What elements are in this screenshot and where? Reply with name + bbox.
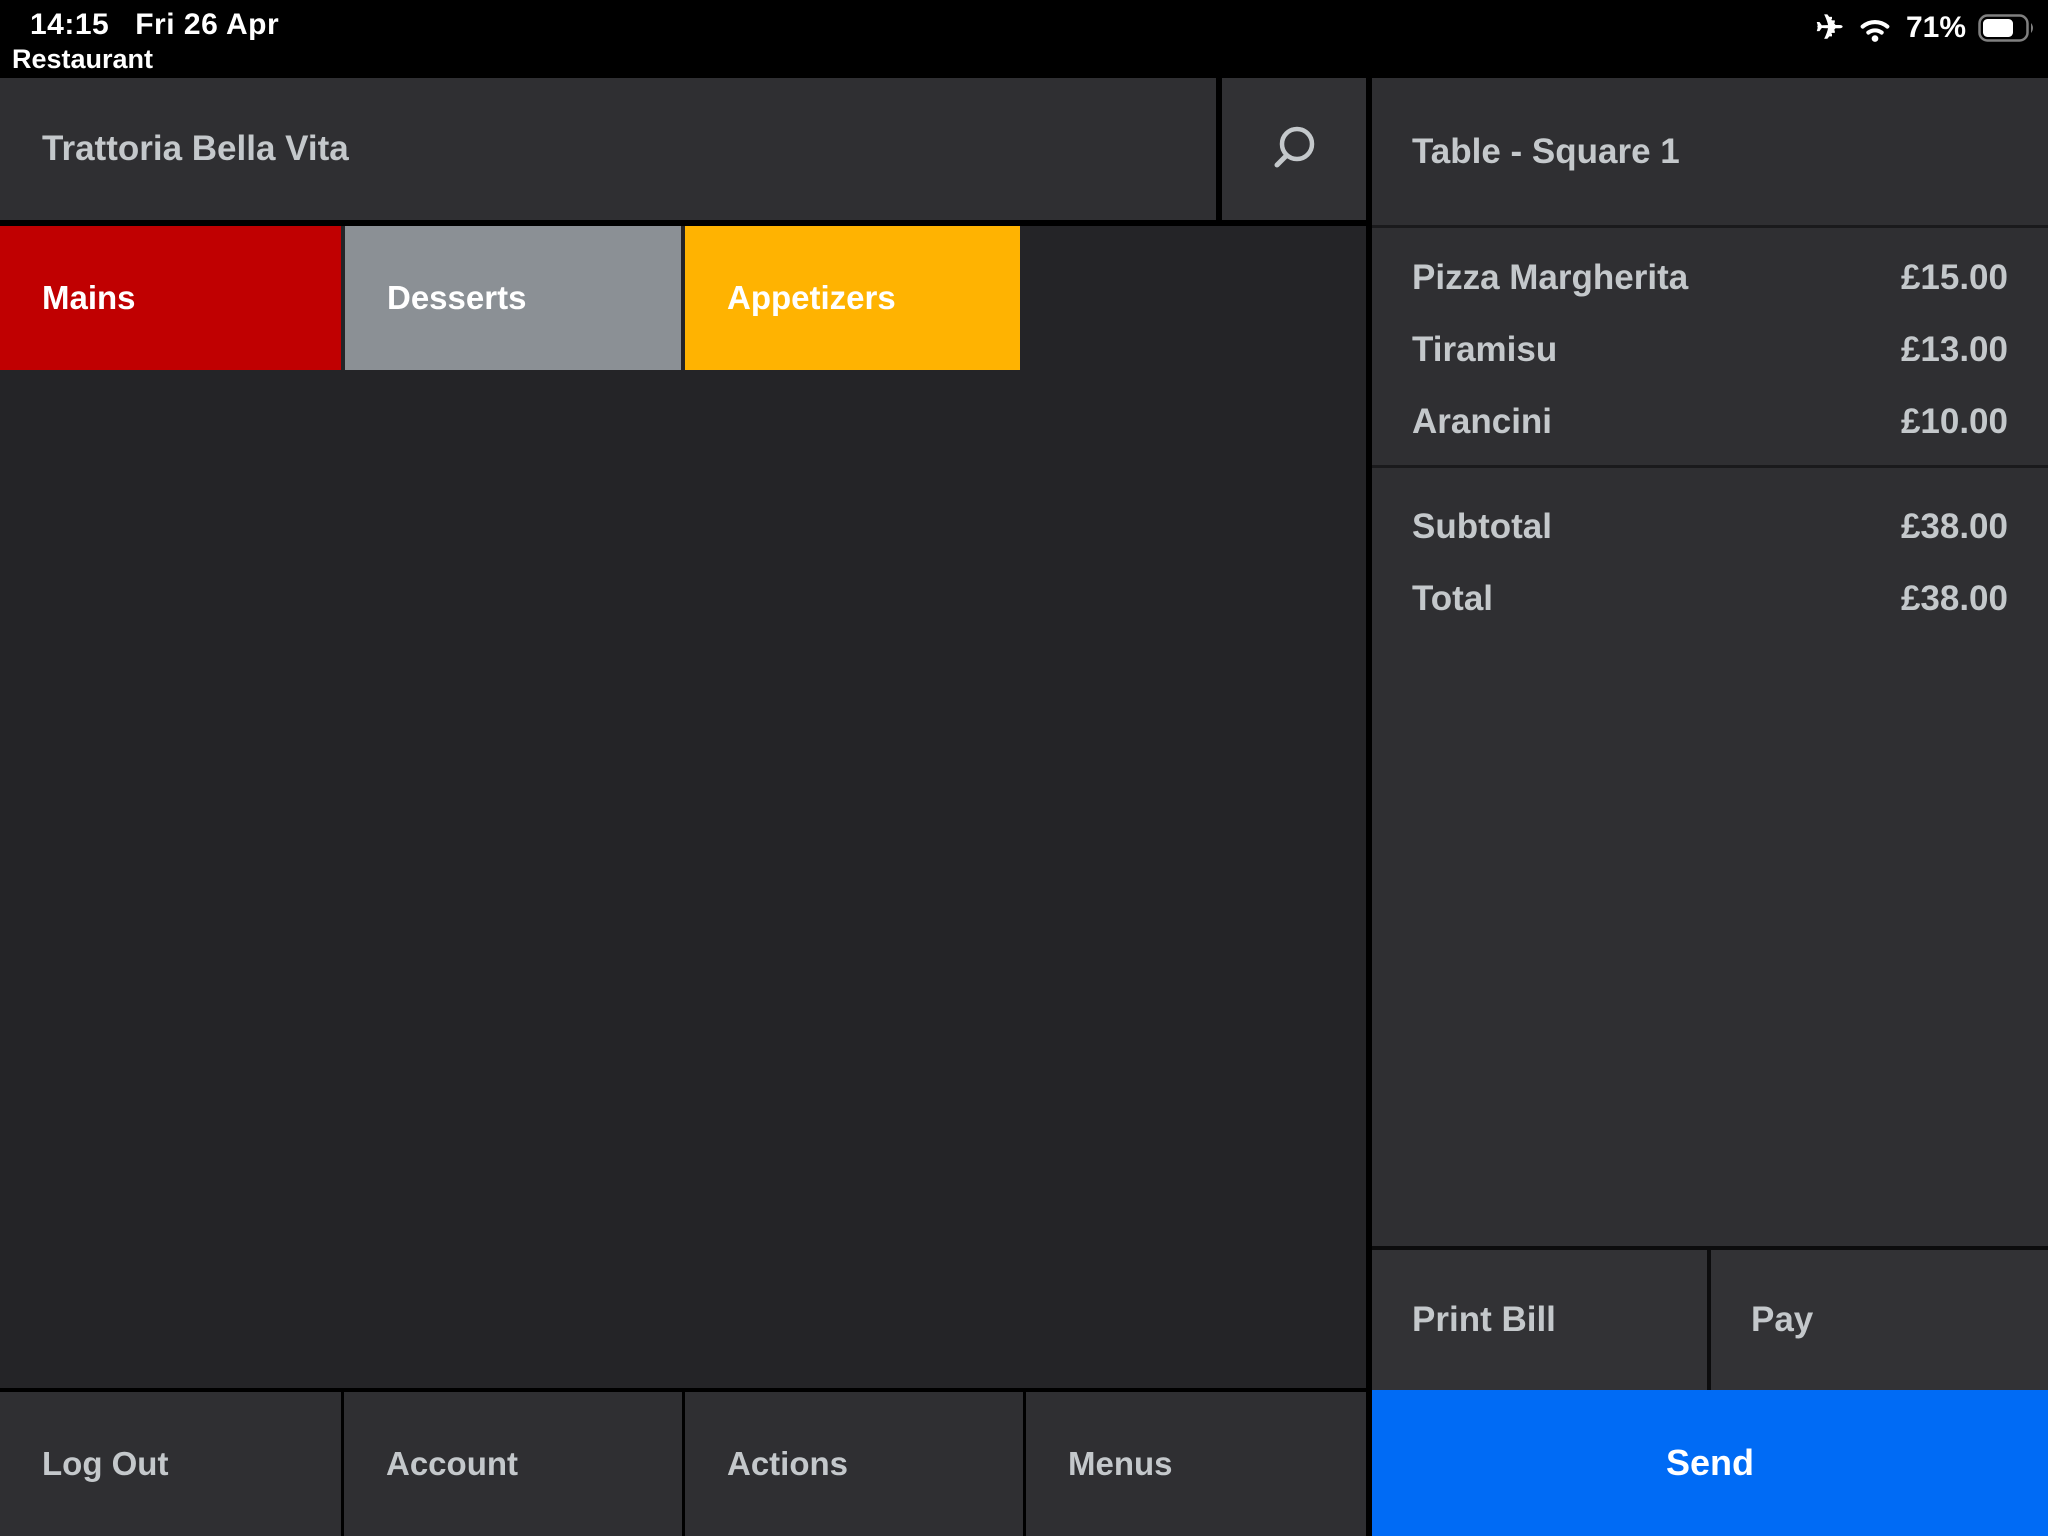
airplane-mode-icon: ✈ [1815,9,1844,47]
pay-label: Pay [1751,1300,1814,1339]
order-items-list: Pizza Margherita £15.00 Tiramisu £13.00 … [1372,228,2048,468]
account-label: Account [386,1445,518,1482]
battery-icon [1978,14,2033,42]
tab-mains[interactable]: Mains [0,226,341,370]
order-actions-row: Print Bill Pay [1372,1246,2048,1390]
venue-header: Trattoria Bella Vita [0,78,1216,220]
status-time: 14:15 [30,8,110,41]
order-panel-header[interactable]: Table - Square 1 [1372,78,2048,228]
order-item-price: £13.00 [1900,330,2008,369]
status-bar: 14:15 Fri 26 Apr Restaurant ✈ 71% [0,0,2048,78]
total-label: Total [1412,579,1494,618]
order-item-row[interactable]: Arancini £10.00 [1372,386,2048,458]
wifi-icon [1860,19,1890,42]
order-panel: Table - Square 1 Pizza Margherita £15.00… [1372,78,2048,1536]
battery-percent-label: 71% [1905,11,1966,44]
logout-label: Log Out [42,1445,169,1482]
order-item-row[interactable]: Pizza Margherita £15.00 [1372,242,2048,314]
order-totals: Subtotal £38.00 Total £38.00 [1372,468,2048,635]
order-item-name: Arancini [1412,402,1553,441]
order-item-row[interactable]: Tiramisu £13.00 [1372,314,2048,386]
menus-button[interactable]: Menus [1026,1392,1366,1536]
venue-title: Trattoria Bella Vita [42,129,349,168]
subtotal-row: Subtotal £38.00 [1372,491,2048,563]
actions-label: Actions [727,1445,849,1482]
status-app-label: Restaurant [12,44,154,74]
subtotal-label: Subtotal [1412,507,1552,546]
print-bill-label: Print Bill [1412,1300,1556,1339]
tab-appetizers-label: Appetizers [727,279,896,316]
menu-content-area: Mains Desserts Appetizers [0,226,1366,1388]
subtotal-value: £38.00 [1900,507,2008,546]
actions-button[interactable]: Actions [685,1392,1023,1536]
menus-label: Menus [1068,1445,1173,1482]
total-row: Total £38.00 [1372,563,2048,635]
tab-desserts[interactable]: Desserts [345,226,681,370]
search-button[interactable] [1222,78,1366,220]
order-item-price: £15.00 [1900,258,2008,297]
tab-mains-label: Mains [42,279,136,316]
status-time-date: 14:15 Fri 26 Apr [30,8,279,42]
order-item-name: Pizza Margherita [1412,258,1689,297]
total-value: £38.00 [1900,579,2008,618]
status-indicators: ✈ 71% [1815,6,2036,50]
order-item-name: Tiramisu [1412,330,1558,369]
logout-button[interactable]: Log Out [0,1392,341,1536]
order-item-price: £10.00 [1900,402,2008,441]
status-date: Fri 26 Apr [135,8,280,41]
tab-desserts-label: Desserts [387,279,527,316]
pos-screen: 14:15 Fri 26 Apr Restaurant ✈ 71% Tratto… [0,0,2048,1536]
print-bill-button[interactable]: Print Bill [1372,1250,1707,1390]
send-button[interactable]: Send [1372,1390,2048,1536]
table-title: Table - Square 1 [1412,131,1680,171]
tab-appetizers[interactable]: Appetizers [685,226,1020,370]
search-icon [1274,126,1315,168]
account-button[interactable]: Account [344,1392,682,1536]
send-label: Send [1665,1442,1754,1483]
pay-button[interactable]: Pay [1711,1250,2048,1390]
